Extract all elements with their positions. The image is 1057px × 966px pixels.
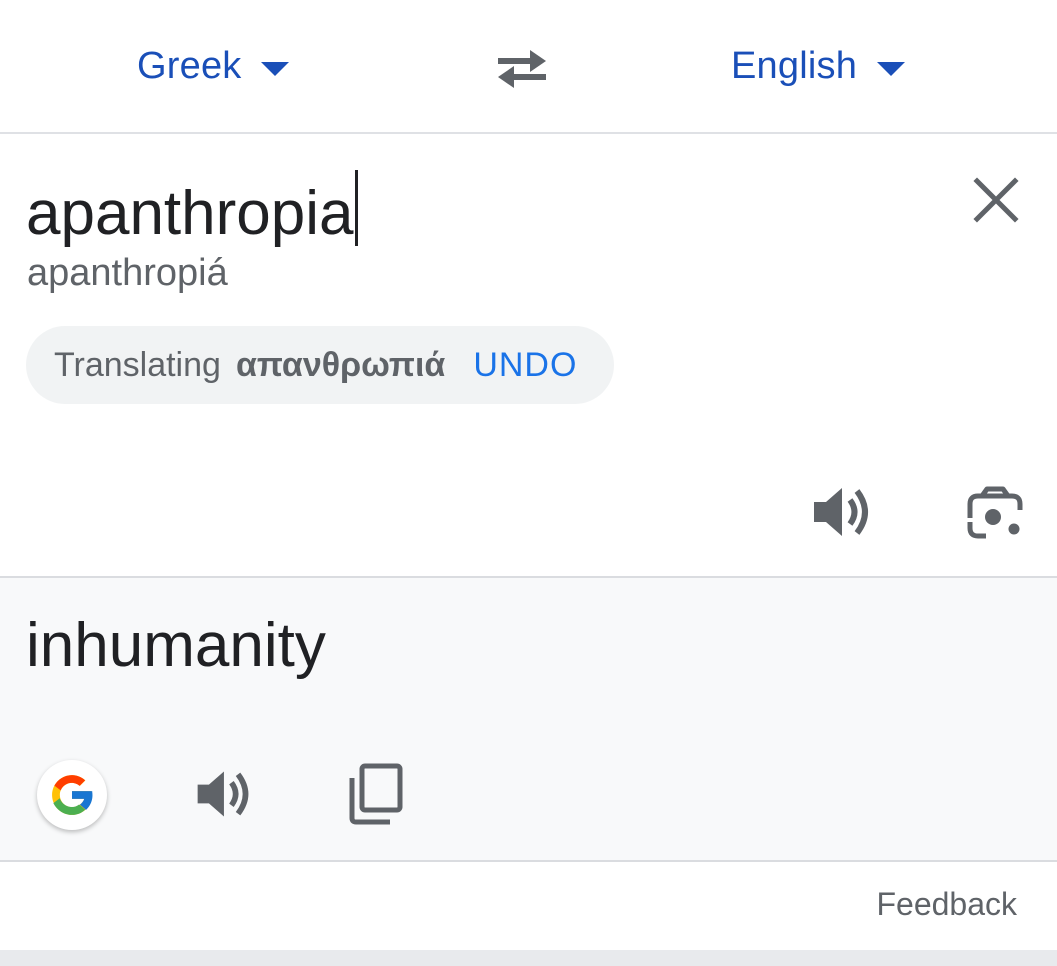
speaker-icon[interactable] xyxy=(808,482,874,542)
lens-camera-icon[interactable] xyxy=(964,484,1026,544)
bottom-strip xyxy=(0,950,1057,966)
google-search-button[interactable] xyxy=(37,760,107,830)
close-icon[interactable] xyxy=(970,174,1022,226)
translating-suggestion-chip: Translating απανθρωπιά UNDO xyxy=(26,326,614,404)
language-bar: Greek English xyxy=(0,0,1057,132)
chip-greek-word: απανθρωπιά xyxy=(235,345,446,384)
source-language-label: Greek xyxy=(137,44,242,87)
footer: Feedback xyxy=(0,862,1057,950)
transliteration: apanthropiá xyxy=(27,252,228,294)
feedback-link[interactable]: Feedback xyxy=(876,886,1017,923)
chip-label: Translating xyxy=(54,345,221,384)
undo-button[interactable]: UNDO xyxy=(473,346,577,385)
target-language-label: English xyxy=(731,44,858,87)
translation-output-area: inhumanity xyxy=(0,578,1057,860)
speaker-icon[interactable] xyxy=(192,764,254,824)
translation-text: inhumanity xyxy=(26,611,326,680)
copy-icon[interactable] xyxy=(346,762,406,826)
source-text-input[interactable]: apanthropia xyxy=(26,170,358,249)
swap-languages-icon[interactable] xyxy=(492,40,552,92)
google-g-icon xyxy=(52,775,94,815)
target-language-selector[interactable]: English xyxy=(731,40,906,92)
source-input-area[interactable]: apanthropia apanthropiá Translating απαν… xyxy=(0,134,1057,576)
source-language-selector[interactable]: Greek xyxy=(137,40,290,92)
dropdown-caret-icon xyxy=(261,62,290,76)
source-text: apanthropia xyxy=(26,179,354,248)
dropdown-caret-icon xyxy=(877,62,906,76)
text-cursor xyxy=(354,170,358,246)
